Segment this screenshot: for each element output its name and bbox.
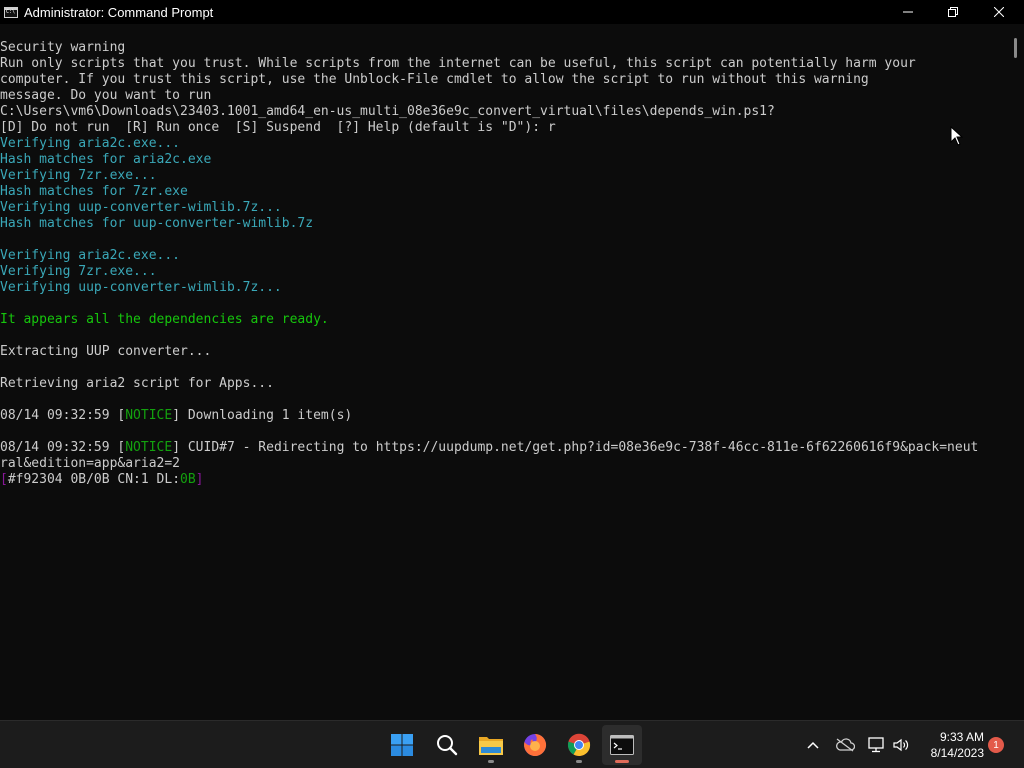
network-tray-button[interactable] — [865, 733, 889, 757]
cmd-icon[interactable] — [4, 6, 18, 18]
vertical-scrollbar[interactable] — [1004, 24, 1024, 720]
console-text: Hash matches for aria2c.exe — [0, 152, 212, 167]
console-line: [D] Do not run [R] Run once [S] Suspend … — [0, 120, 1004, 136]
console-line: Verifying uup-converter-wimlib.7z... — [0, 200, 1004, 216]
console-line: It appears all the dependencies are read… — [0, 312, 1004, 328]
console-text: 0B — [180, 472, 196, 487]
console-line: message. Do you want to run — [0, 88, 1004, 104]
terminal-button[interactable] — [602, 725, 642, 765]
console-text: NOTICE — [125, 408, 173, 423]
console-text: ral&edition=app&aria2=2 — [0, 456, 181, 471]
notification-badge[interactable]: 1 — [988, 737, 1004, 753]
start-button[interactable] — [382, 725, 422, 765]
folder-icon — [479, 737, 503, 755]
onedrive-tray-button[interactable] — [833, 733, 857, 757]
firefox-icon — [524, 733, 547, 756]
console-line: Verifying aria2c.exe... — [0, 136, 1004, 152]
console-line: [#f92304 0B/0B CN:1 DL:0B] — [0, 472, 1004, 488]
console-text: Hash matches for 7zr.exe — [0, 184, 188, 199]
console-text: Verifying uup-converter-wimlib.7z... — [0, 280, 282, 295]
console-text: [ — [0, 472, 8, 487]
console-text: Hash matches for uup-converter-wimlib.7z — [0, 216, 314, 231]
console-line: computer. If you trust this script, use … — [0, 72, 1004, 88]
chrome-icon — [567, 733, 591, 757]
clock-time: 9:33 AM — [939, 730, 984, 744]
network-icon — [868, 737, 884, 753]
console-line: Verifying aria2c.exe... — [0, 248, 1004, 264]
console-line: Extracting UUP converter... — [0, 344, 1004, 360]
restore-icon — [948, 7, 958, 17]
console-text: message. Do you want to run — [0, 88, 212, 103]
console-text: ] Downloading 1 item(s) — [172, 408, 353, 423]
console-text: Security warning — [0, 40, 126, 55]
console-text: Verifying uup-converter-wimlib.7z... — [0, 200, 282, 215]
console-text: ] CUID#7 - Redirecting to https://uupdum… — [172, 440, 979, 455]
console-text: NOTICE — [125, 440, 173, 455]
console-text: Verifying aria2c.exe... — [0, 136, 181, 151]
console-line: Security warning — [0, 40, 1004, 56]
console-line: Verifying 7zr.exe... — [0, 264, 1004, 280]
console-line: C:\Users\vm6\Downloads\23403.1001_amd64_… — [0, 104, 1004, 120]
console-text: It appears all the dependencies are read… — [0, 312, 329, 327]
console-text: 08/14 09:32:59 [ — [0, 440, 126, 455]
console-line: Hash matches for aria2c.exe — [0, 152, 1004, 168]
console-text: 08/14 09:32:59 [ — [0, 408, 126, 423]
console-text: Verifying aria2c.exe... — [0, 248, 181, 263]
chevron-up-icon — [807, 741, 819, 749]
console-line: Verifying uup-converter-wimlib.7z... — [0, 280, 1004, 296]
search-button[interactable] — [427, 725, 467, 765]
volume-icon — [893, 738, 909, 752]
console-line: Hash matches for uup-converter-wimlib.7z — [0, 216, 1004, 232]
search-icon — [437, 735, 458, 756]
console-text: Extracting UUP converter... — [0, 344, 212, 359]
chrome-button[interactable] — [559, 725, 599, 765]
running-indicator — [576, 760, 582, 763]
file-explorer-button[interactable] — [471, 725, 511, 765]
scroll-thumb[interactable] — [1014, 38, 1017, 58]
show-hidden-icons-button[interactable] — [801, 733, 825, 757]
running-indicator — [488, 760, 494, 763]
console-line: Verifying 7zr.exe... — [0, 168, 1004, 184]
mouse-cursor-icon — [950, 126, 964, 146]
console-text: [D] Do not run [R] Run once [S] Suspend … — [0, 120, 556, 135]
console-line: Hash matches for 7zr.exe — [0, 184, 1004, 200]
minimize-button[interactable] — [885, 0, 931, 24]
restore-button[interactable] — [930, 0, 976, 24]
close-icon — [994, 7, 1004, 17]
firefox-button[interactable] — [515, 725, 555, 765]
console-text: Run only scripts that you trust. While s… — [0, 56, 916, 71]
close-button[interactable] — [976, 0, 1022, 24]
console-line: 08/14 09:32:59 [NOTICE] CUID#7 - Redirec… — [0, 440, 1004, 456]
console-line: 08/14 09:32:59 [NOTICE] Downloading 1 it… — [0, 408, 1004, 424]
console-text: ] — [195, 472, 204, 487]
console-text: #f92304 0B/0B CN:1 DL: — [7, 472, 181, 487]
console-text: Verifying 7zr.exe... — [0, 168, 157, 183]
title-bar: Administrator: Command Prompt — [0, 0, 1024, 24]
terminal-icon — [610, 735, 634, 755]
clock-date: 8/14/2023 — [930, 746, 984, 760]
window-title: Administrator: Command Prompt — [24, 4, 214, 20]
console-text: Retrieving aria2 script for Apps... — [0, 376, 274, 391]
taskbar: 9:33 AM 8/14/2023 — [0, 720, 1024, 768]
console-text: Verifying 7zr.exe... — [0, 264, 157, 279]
console-line: Retrieving aria2 script for Apps... — [0, 376, 1004, 392]
console-text: computer. If you trust this script, use … — [0, 72, 869, 87]
minimize-icon — [903, 11, 913, 13]
console-line: Run only scripts that you trust. While s… — [0, 56, 1004, 72]
taskbar-clock[interactable]: 9:33 AM 8/14/2023 — [920, 729, 984, 761]
active-indicator — [615, 760, 629, 763]
console-text: C:\Users\vm6\Downloads\23403.1001_amd64_… — [0, 104, 775, 119]
volume-tray-button[interactable] — [889, 733, 913, 757]
console-line: ral&edition=app&aria2=2 — [0, 456, 1004, 472]
windows-logo-icon — [391, 734, 413, 756]
cloud-offline-icon — [836, 738, 855, 752]
console-output[interactable]: Security warning Run only scripts that yo… — [0, 40, 1004, 720]
